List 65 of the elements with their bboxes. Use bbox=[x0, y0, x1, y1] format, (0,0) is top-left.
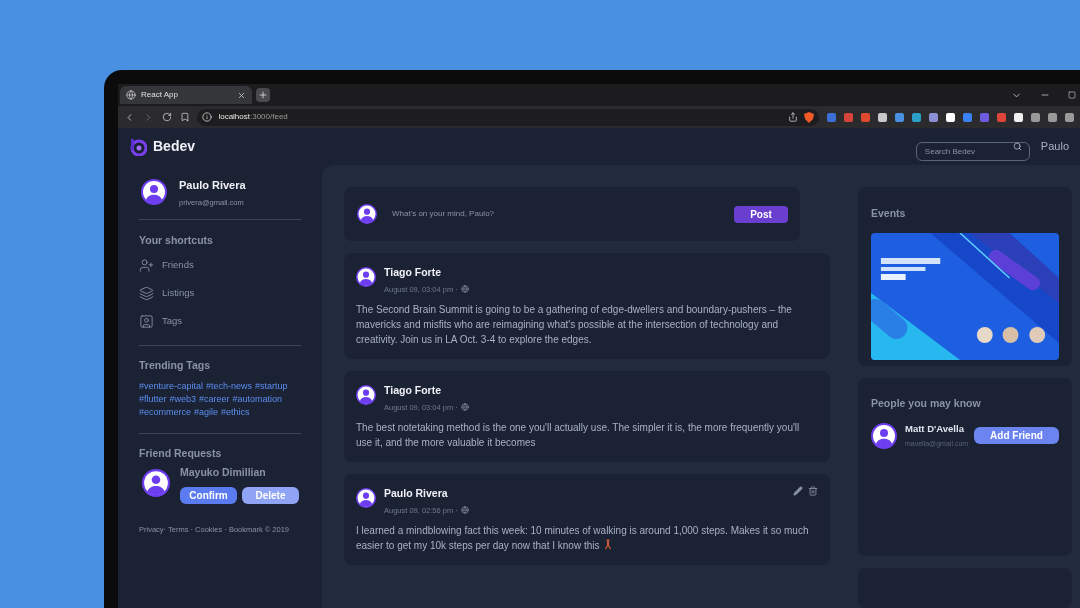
tag-link[interactable]: #agile bbox=[194, 406, 219, 420]
avatar-icon bbox=[141, 179, 167, 206]
author-name: Tiago Forte bbox=[384, 383, 442, 398]
url-text: localhost:3000/feed bbox=[218, 111, 288, 123]
browser-tab[interactable]: React App bbox=[120, 86, 252, 104]
globe-icon bbox=[460, 285, 469, 294]
post-input[interactable]: What's on your mind, Paulo? bbox=[392, 208, 734, 220]
layers-icon bbox=[139, 286, 154, 301]
tag-link[interactable]: #ethics bbox=[221, 406, 250, 420]
avatar-icon bbox=[142, 469, 170, 497]
section-title: Your shortcuts bbox=[139, 232, 214, 248]
avatar-icon bbox=[356, 267, 376, 287]
add-friend-button[interactable]: Add Friend bbox=[974, 427, 1059, 445]
user-name[interactable]: Paulo bbox=[1040, 138, 1069, 155]
tag-link[interactable]: #startup bbox=[255, 380, 288, 394]
restore-icon[interactable] bbox=[1068, 91, 1076, 99]
avatar-icon bbox=[356, 385, 376, 405]
close-icon[interactable] bbox=[237, 90, 246, 100]
tag-link[interactable]: #ecommerce bbox=[139, 406, 192, 420]
author-name: Paulo Rivera bbox=[384, 486, 449, 501]
avatar-icon bbox=[357, 204, 377, 224]
shortcut-item[interactable]: Friends bbox=[139, 256, 301, 275]
tag-link[interactable]: #tech-news bbox=[206, 380, 253, 394]
info-icon bbox=[202, 112, 213, 122]
person-name: Matt D'Avella bbox=[905, 422, 965, 436]
section-title: Trending Tags bbox=[139, 357, 211, 373]
shortcut-item[interactable]: Listings bbox=[139, 284, 301, 303]
profile-name: Paulo Rivera bbox=[179, 178, 246, 193]
tag-link[interactable]: #automation bbox=[232, 393, 283, 407]
reload-icon[interactable] bbox=[161, 112, 172, 122]
globe-icon bbox=[460, 506, 469, 515]
tag-link[interactable]: #venture-capital bbox=[139, 380, 204, 394]
post-text: The best notetaking method is the one you'll actually use. The simpler it is, the more frequently you'll use it, and the more valuable it becomes bbox=[356, 421, 801, 450]
brand-name: Bedev bbox=[153, 137, 196, 156]
tag-link[interactable]: #flutter bbox=[139, 393, 167, 407]
globe-icon bbox=[126, 90, 136, 100]
new-tab-button[interactable] bbox=[256, 88, 270, 102]
requester-name: Mayuko Dimillian bbox=[180, 465, 267, 480]
address-field[interactable]: localhost:3000/feed bbox=[197, 108, 819, 126]
bookmark-icon[interactable] bbox=[179, 112, 190, 122]
tab-title: React App bbox=[141, 89, 179, 101]
trash-icon[interactable] bbox=[808, 486, 818, 496]
post-button[interactable]: Post bbox=[734, 205, 788, 223]
post-text: I learned a mindblowing fact this week: 10 minutes of walking is around 1,000 steps. Makes it so much easier to get my 10k steps per day now that I know this bbox=[356, 524, 810, 553]
author-name: Tiago Forte bbox=[384, 265, 442, 280]
card-title: People you may know bbox=[871, 397, 981, 409]
post-text: The Second Brain Summit is going to be a gathering of edge-dwellers and boundary-pushers – the mavericks and misfits who are reimagining what's possible at the intersection of technology and creativity. Join us in LA Oct. 3-4 to explore the edges. bbox=[356, 303, 793, 347]
edit-icon[interactable] bbox=[793, 486, 803, 496]
section-title: Friend Requests bbox=[139, 446, 223, 462]
shortcut-item[interactable]: Tags bbox=[139, 312, 301, 331]
avatar-icon bbox=[356, 488, 376, 508]
tag-link[interactable]: #web3 bbox=[169, 393, 197, 407]
share-icon[interactable] bbox=[788, 112, 798, 122]
user-square-icon bbox=[139, 314, 154, 329]
search-field[interactable]: Search Bedev bbox=[915, 142, 1030, 161]
globe-icon bbox=[460, 403, 469, 412]
walking-person-icon bbox=[603, 539, 613, 550]
user-plus-icon bbox=[139, 258, 154, 273]
avatar-icon bbox=[871, 422, 897, 449]
search-icon[interactable] bbox=[1012, 142, 1022, 151]
tag-link[interactable]: #career bbox=[199, 393, 230, 407]
shield-icon[interactable] bbox=[804, 111, 814, 123]
confirm-button[interactable]: Confirm bbox=[180, 486, 237, 504]
card-title: Events bbox=[871, 207, 906, 219]
logo-icon bbox=[129, 137, 147, 156]
